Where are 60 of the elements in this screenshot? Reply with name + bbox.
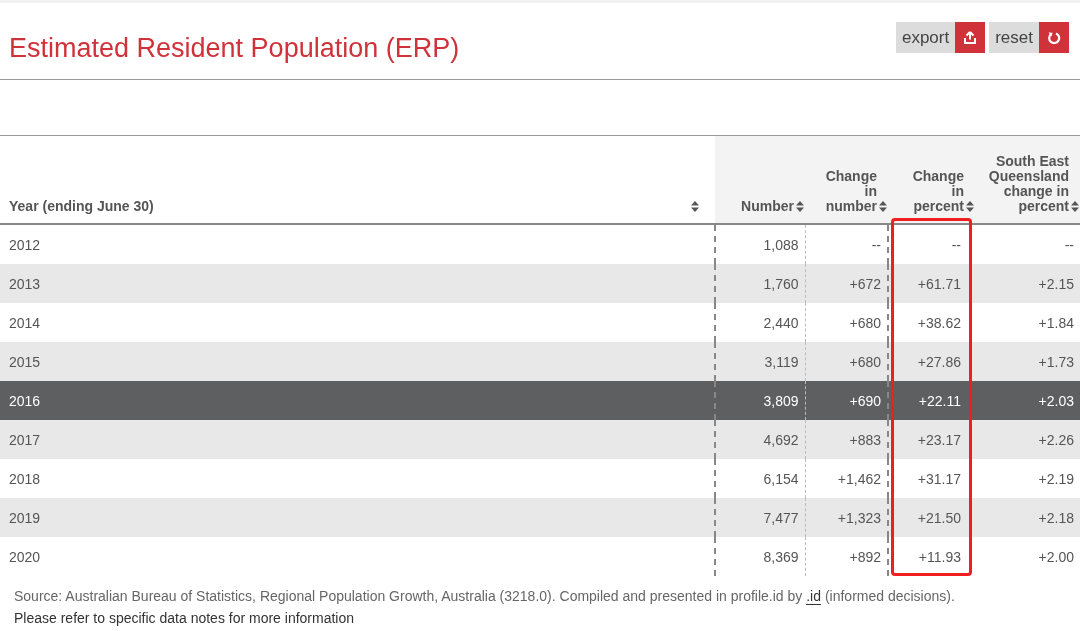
table-cell: 1,088 [763, 236, 799, 253]
table-cell: 2019 [9, 509, 41, 526]
table-cell: +680 [849, 314, 881, 331]
toolbar-button[interactable]: export [895, 22, 986, 53]
table-cell: 2012 [9, 236, 41, 253]
table-cell: 1,760 [763, 275, 799, 292]
table-cell: +1,323 [837, 509, 881, 526]
source-link[interactable]: .id [806, 588, 822, 605]
table-cell: +1,462 [837, 470, 881, 487]
table-cell: +892 [849, 548, 881, 565]
sort-icon [1071, 201, 1079, 212]
column-header[interactable]: South East Queensland change in percent [975, 136, 1080, 224]
table-cell: +21.50 [917, 509, 961, 526]
sort-icon [691, 201, 699, 212]
table-cell: +11.93 [918, 548, 961, 565]
column-header[interactable]: Change in percent [888, 136, 975, 224]
table-cell: +2.19 [1038, 470, 1074, 487]
table-cell: 2015 [9, 353, 41, 370]
table-cell: +680 [849, 353, 881, 370]
table-cell: 3,119 [764, 353, 799, 370]
table-cell: +31.17 [917, 470, 961, 487]
table-cell: +1.84 [1038, 314, 1074, 331]
table-cell: +1.73 [1038, 353, 1074, 370]
table-cell: +22.11 [918, 392, 961, 409]
table-cell: 6,154 [763, 470, 799, 487]
source-note: Source: Australian Bureau of Statistics, Regional Population Growth, Australia (3218.0). Compiled and presented in profile.id by .id (informed decisions). [14, 588, 956, 604]
column-header[interactable]: Change in number [805, 136, 888, 224]
table-cell: +672 [849, 275, 881, 292]
reset-icon [1047, 30, 1061, 45]
column-header[interactable]: Year (ending June 30) [0, 136, 715, 224]
export-icon [964, 31, 977, 44]
table-cell: 4,692 [763, 431, 799, 448]
table-cell: 2017 [9, 431, 41, 448]
page-title: Estimated Resident Population (ERP) [9, 33, 460, 64]
table-cell: +38.62 [917, 314, 961, 331]
column-header[interactable]: Number [715, 136, 805, 224]
table-cell: 2020 [9, 548, 41, 565]
table-cell: 2,440 [763, 314, 799, 331]
table-cell: 7,477 [763, 509, 799, 526]
table-cell: +883 [849, 431, 881, 448]
table-cell: +61.71 [917, 275, 961, 292]
table-cell: 2014 [9, 314, 41, 331]
table-cell: 2018 [9, 470, 41, 487]
table-cell: +27.86 [917, 353, 961, 370]
toolbar-button[interactable]: reset [989, 22, 1069, 53]
table-cell: -- [871, 236, 881, 253]
table-cell: -- [1064, 236, 1074, 253]
table-cell: +2.03 [1038, 392, 1074, 409]
table-cell: +23.17 [917, 431, 961, 448]
data-notes-text: Please refer to specific data notes for more information [14, 610, 356, 626]
table-cell: +2.15 [1038, 275, 1074, 292]
table-cell: 2016 [9, 392, 41, 409]
table-cell: 8,369 [763, 548, 799, 565]
table-cell: +2.00 [1038, 548, 1074, 565]
table-cell: -- [951, 236, 961, 253]
table-cell: +690 [849, 392, 881, 409]
table-cell: +2.18 [1038, 509, 1074, 526]
table-cell: 2013 [9, 275, 41, 292]
table-cell: 3,809 [763, 392, 799, 409]
table-cell: +2.26 [1038, 431, 1074, 448]
